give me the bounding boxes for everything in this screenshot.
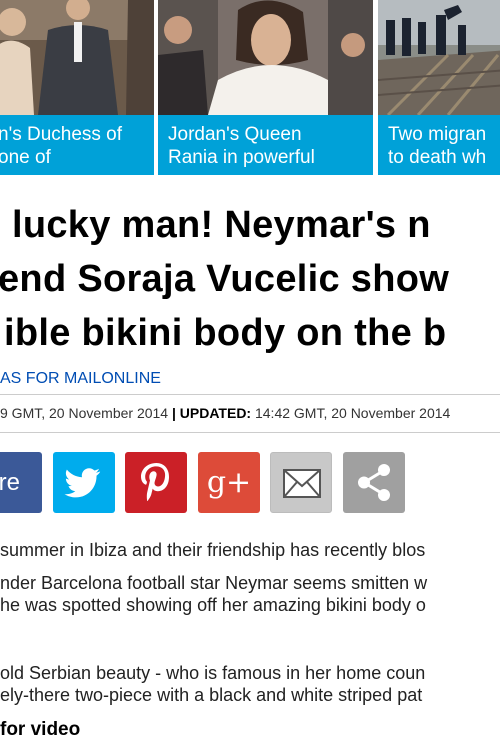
- pinterest-icon: [141, 463, 170, 502]
- google-plus-share-button[interactable]: g+: [198, 452, 260, 513]
- twitter-share-button[interactable]: [53, 452, 115, 513]
- teaser-caption-line: Jordan's Queen: [168, 124, 302, 145]
- teaser-image: [378, 0, 500, 115]
- facebook-share-button[interactable]: re: [0, 452, 42, 513]
- teaser-caption-line: Two migran: [388, 124, 487, 145]
- more-share-button[interactable]: [343, 452, 405, 513]
- share-icon: [358, 464, 390, 501]
- teaser-image: [0, 0, 154, 115]
- teaser-caption-line: to death wh: [388, 147, 487, 168]
- article-paragraph: nder Barcelona football star Neymar seem…: [0, 572, 427, 616]
- headline-line: ible bikini body on the b: [4, 312, 447, 354]
- email-share-button[interactable]: [270, 452, 332, 513]
- article-paragraph: old Serbian beauty - who is famous in he…: [0, 662, 425, 706]
- related-stories-strip: n's Duchess of one of Jordan's Queen Ran…: [0, 0, 500, 175]
- headline-line: end Soraja Vucelic show: [0, 258, 450, 300]
- teaser-caption-line: n's Duchess of: [0, 124, 123, 145]
- teaser-caption: Jordan's Queen Rania in powerful: [158, 115, 373, 175]
- date-separator: |: [171, 405, 176, 421]
- twitter-icon: [64, 468, 101, 498]
- teaser-image: [158, 0, 373, 115]
- teaser-caption-line: Rania in powerful: [168, 147, 315, 168]
- teaser-caption-line: one of: [0, 147, 51, 168]
- scroll-for-video-prompt[interactable]: for video: [0, 719, 80, 741]
- teaser-caption: n's Duchess of one of: [0, 115, 154, 175]
- pinterest-share-button[interactable]: [125, 452, 187, 513]
- paragraph-line: summer in Ibiza and their friendship has…: [0, 540, 426, 560]
- article-dates: 9 GMT, 20 November 2014 | UPDATED: 14:42…: [0, 394, 500, 433]
- updated-label: UPDATED:: [179, 405, 252, 421]
- google-plus-icon: g+: [206, 465, 252, 500]
- paragraph-line: ely-there two-piece with a black and whi…: [0, 685, 423, 705]
- teaser-caption: Two migran to death wh: [378, 115, 500, 175]
- author-byline[interactable]: AS FOR MAILONLINE: [0, 370, 161, 388]
- email-icon: [283, 469, 321, 498]
- facebook-share-label: re: [0, 469, 20, 496]
- published-time: 9 GMT, 20 November 2014: [0, 405, 169, 421]
- teaser-queen-rania[interactable]: Jordan's Queen Rania in powerful: [158, 0, 373, 175]
- teaser-migrants[interactable]: Two migran to death wh: [378, 0, 500, 175]
- paragraph-line: he was spotted showing off her amazing b…: [0, 595, 426, 615]
- headline-line: lucky man! Neymar's n: [12, 204, 431, 246]
- paragraph-line: nder Barcelona football star Neymar seem…: [0, 573, 428, 593]
- updated-time: 14:42 GMT, 20 November 2014: [254, 405, 451, 421]
- teaser-duchess[interactable]: n's Duchess of one of: [0, 0, 154, 175]
- article-headline: lucky man! Neymar's n end Soraja Vucelic…: [0, 198, 500, 360]
- article-paragraph: summer in Ibiza and their friendship has…: [0, 539, 425, 561]
- paragraph-line: old Serbian beauty - who is famous in he…: [0, 663, 426, 683]
